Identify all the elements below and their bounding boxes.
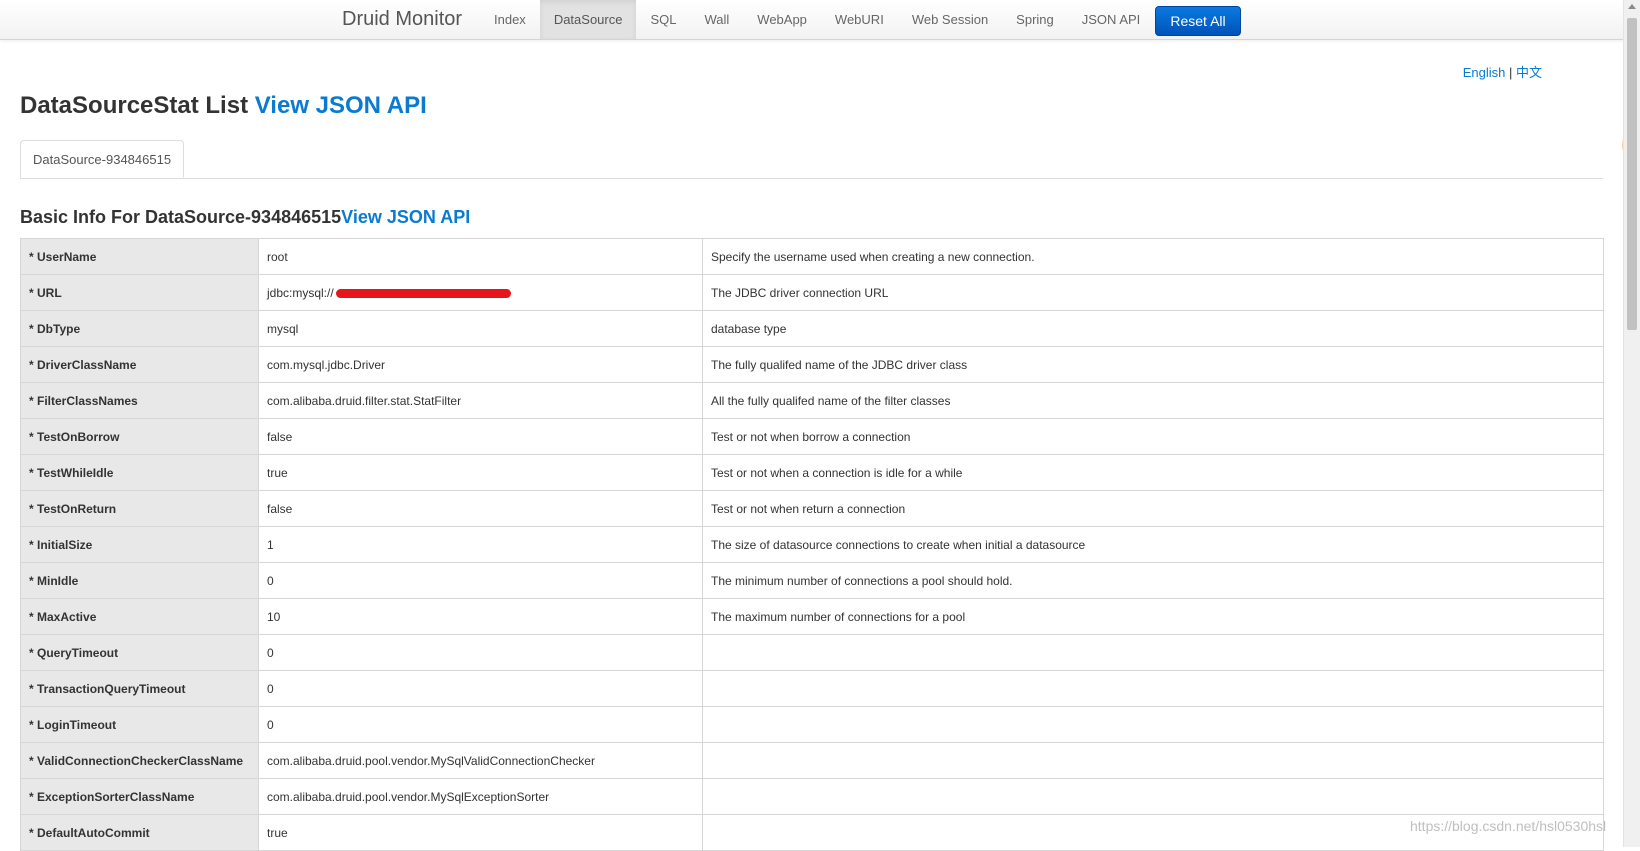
nav-item-weburi[interactable]: WebURI	[821, 0, 898, 39]
table-row: * TestWhileIdle true Test or not when a co…	[20, 454, 1604, 491]
row-value: com.mysql.jdbc.Driver	[258, 346, 703, 383]
row-key: * TestWhileIdle	[20, 454, 259, 491]
row-value: com.alibaba.druid.pool.vendor.MySqlExcep…	[258, 778, 703, 815]
nav-menu: Index DataSource SQL Wall WebApp WebURI …	[480, 0, 1154, 39]
row-value: root	[258, 238, 703, 275]
section-view-json-api-link[interactable]: View JSON API	[341, 207, 470, 227]
table-row: * InitialSize 1 The size of datasource con…	[20, 526, 1604, 563]
row-description: The maximum number of connections for a …	[702, 598, 1604, 635]
row-description: The minimum number of connections a pool…	[702, 562, 1604, 599]
row-value-url: jdbc:mysql://	[258, 274, 703, 311]
page-title: DataSourceStat List View JSON API	[20, 92, 427, 120]
nav-item-json-api[interactable]: JSON API	[1068, 0, 1155, 39]
row-value: mysql	[258, 310, 703, 347]
lang-separator: |	[1508, 65, 1513, 80]
language-switcher: English | 中文	[1463, 62, 1542, 81]
row-key: * UserName	[20, 238, 259, 275]
row-key: * DbType	[20, 310, 259, 347]
row-value: 0	[258, 670, 703, 707]
row-value: com.alibaba.druid.pool.vendor.MySqlValid…	[258, 742, 703, 779]
row-description	[702, 778, 1604, 815]
row-key: * MinIdle	[20, 562, 259, 599]
table-row: * DbType mysql database type	[20, 310, 1604, 347]
lang-english-link[interactable]: English	[1463, 65, 1506, 80]
row-key: * TestOnBorrow	[20, 418, 259, 455]
nav-item-webapp[interactable]: WebApp	[743, 0, 821, 39]
nav-item-web-session[interactable]: Web Session	[898, 0, 1002, 39]
table-row: * FilterClassNames com.alibaba.druid.filt…	[20, 382, 1604, 419]
redaction-mark	[335, 288, 511, 298]
row-value: 0	[258, 706, 703, 743]
row-description: database type	[702, 310, 1604, 347]
view-json-api-link[interactable]: View JSON API	[255, 92, 427, 119]
nav-item-sql[interactable]: SQL	[636, 0, 690, 39]
vertical-scrollbar[interactable]	[1623, 0, 1640, 847]
table-row: * DefaultAutoCommit true	[20, 814, 1604, 851]
row-description: The JDBC driver connection URL	[702, 274, 1604, 311]
row-description: Test or not when return a connection	[702, 490, 1604, 527]
top-navbar: Druid Monitor Index DataSource SQL Wall …	[0, 0, 1624, 40]
table-row: * URL jdbc:mysql:// The JDBC driver connec…	[20, 274, 1604, 311]
scroll-up-arrow-icon[interactable]	[1628, 4, 1636, 9]
row-value: 1	[258, 526, 703, 563]
table-row: * DriverClassName com.mysql.jdbc.Driver Th…	[20, 346, 1604, 383]
row-key: * MaxActive	[20, 598, 259, 635]
table-row: * TestOnReturn false Test or not when retu…	[20, 490, 1604, 527]
table-row: * ExceptionSorterClassName com.alibaba.dr…	[20, 778, 1604, 815]
table-row: * UserName root Specify the username used …	[20, 238, 1604, 275]
row-value: true	[258, 814, 703, 851]
nav-item-datasource[interactable]: DataSource	[539, 0, 637, 39]
row-description	[702, 742, 1604, 779]
lang-chinese-link[interactable]: 中文	[1516, 65, 1542, 80]
table-row: * TransactionQueryTimeout 0	[20, 670, 1604, 707]
row-value: false	[258, 490, 703, 527]
section-title: Basic Info For DataSource-934846515View …	[20, 207, 470, 228]
row-key: * TestOnReturn	[20, 490, 259, 527]
table-row: * QueryTimeout 0	[20, 634, 1604, 671]
row-value: com.alibaba.druid.filter.stat.StatFilter	[258, 382, 703, 419]
row-key: * FilterClassNames	[20, 382, 259, 419]
row-description: Test or not when borrow a connection	[702, 418, 1604, 455]
scroll-thumb[interactable]	[1627, 18, 1637, 330]
nav-item-spring[interactable]: Spring	[1002, 0, 1068, 39]
row-key: * InitialSize	[20, 526, 259, 563]
basic-info-table: * UserName root Specify the username used …	[20, 238, 1604, 851]
row-key: * QueryTimeout	[20, 634, 259, 671]
watermark: https://blog.csdn.net/hsl0530hsl	[1410, 818, 1607, 834]
table-row: * TestOnBorrow false Test or not when borr…	[20, 418, 1604, 455]
table-row: * LoginTimeout 0	[20, 706, 1604, 743]
row-key: * TransactionQueryTimeout	[20, 670, 259, 707]
section-title-text: Basic Info For DataSource-934846515	[20, 207, 342, 227]
row-value: 0	[258, 562, 703, 599]
row-description: All the fully qualifed name of the filte…	[702, 382, 1604, 419]
reset-all-button[interactable]: Reset All	[1155, 6, 1241, 36]
row-key: * URL	[20, 274, 259, 311]
datasource-tabs: DataSource-934846515	[20, 140, 1603, 179]
row-value: 0	[258, 634, 703, 671]
table-row: * ValidConnectionCheckerClassName com.ali…	[20, 742, 1604, 779]
row-key: * ValidConnectionCheckerClassName	[20, 742, 259, 779]
nav-item-wall[interactable]: Wall	[690, 0, 743, 39]
page-title-text: DataSourceStat List	[20, 92, 249, 119]
nav-item-index[interactable]: Index	[480, 0, 540, 39]
table-row: * MinIdle 0 The minimum number of connecti…	[20, 562, 1604, 599]
row-key: * DefaultAutoCommit	[20, 814, 259, 851]
row-key: * LoginTimeout	[20, 706, 259, 743]
row-description: Specify the username used when creating …	[702, 238, 1604, 275]
row-description	[702, 634, 1604, 671]
row-description	[702, 706, 1604, 743]
row-key: * ExceptionSorterClassName	[20, 778, 259, 815]
row-value: true	[258, 454, 703, 491]
url-prefix: jdbc:mysql://	[267, 285, 334, 300]
row-description: The fully qualifed name of the JDBC driv…	[702, 346, 1604, 383]
brand-title[interactable]: Druid Monitor	[342, 8, 462, 31]
table-row: * MaxActive 10 The maximum number of conne…	[20, 598, 1604, 635]
row-key: * DriverClassName	[20, 346, 259, 383]
row-description	[702, 670, 1604, 707]
row-value: false	[258, 418, 703, 455]
tab-datasource[interactable]: DataSource-934846515	[20, 140, 185, 178]
row-value: 10	[258, 598, 703, 635]
row-description: The size of datasource connections to cr…	[702, 526, 1604, 563]
row-description: Test or not when a connection is idle fo…	[702, 454, 1604, 491]
